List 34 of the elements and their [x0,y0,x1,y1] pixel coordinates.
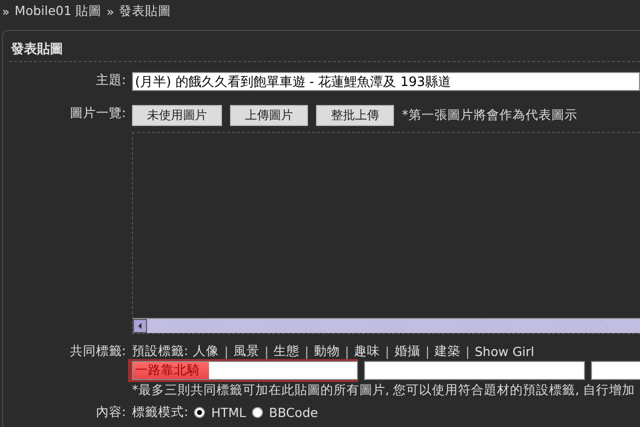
radio-label: BBCode [269,405,318,420]
radio-label: HTML [211,405,246,420]
preset-tag-link[interactable]: 人像 [193,343,220,360]
preset-tag-link[interactable]: Show Girl [474,344,534,359]
tag-separator: | [264,344,269,359]
preset-tag-link[interactable]: 趣味 [354,343,380,360]
preset-tag-link[interactable]: 風景 [233,343,260,360]
preset-tag-link[interactable]: 動物 [314,343,340,360]
breadcrumb-link[interactable]: 發表貼圖 [119,2,172,20]
preset-tag-link[interactable]: 建築 [434,343,461,360]
upload-button[interactable]: 整批上傳 [316,105,394,126]
tag-separator: | [224,344,228,359]
upload-button[interactable]: 未使用圖片 [132,105,222,126]
subject-field[interactable]: (月半) 的餓久久看到飽單車遊 - 花蓮鯉魚潭及 193縣道 [132,72,640,91]
tag-separator: | [304,344,309,359]
tag-separator: | [466,344,470,359]
preset-tags-label: 預設標籤: [132,343,188,360]
hint-text: *第一張圖片將會作為代表圖示 [402,107,578,124]
hint-text: *最多三則共同標籤可加在此貼圖的所有圖片, 您可以使用符合題材的預設標籤, 自行增加 [132,382,636,399]
preset-tag-link[interactable]: 生態 [274,343,300,360]
field-label: 主題: [96,72,126,89]
field-label: 共同標籤: [70,343,126,360]
upload-button[interactable]: 上傳圖片 [230,105,308,126]
mode-label: 標籤模式: [132,404,188,421]
tag-separator: | [344,344,350,359]
breadcrumb-separator: » [106,4,114,18]
breadcrumb-link[interactable]: Mobile01 貼圖 [14,2,102,20]
field-label: 內容: [96,404,126,421]
breadcrumb-separator: » [2,4,10,18]
tag-separator: | [425,344,430,359]
tag-separator: | [385,344,390,359]
field-label: 圖片一覽: [70,105,126,122]
preset-tag-link[interactable]: 婚攝 [394,343,420,360]
form-title: 發表貼圖 [10,41,64,59]
